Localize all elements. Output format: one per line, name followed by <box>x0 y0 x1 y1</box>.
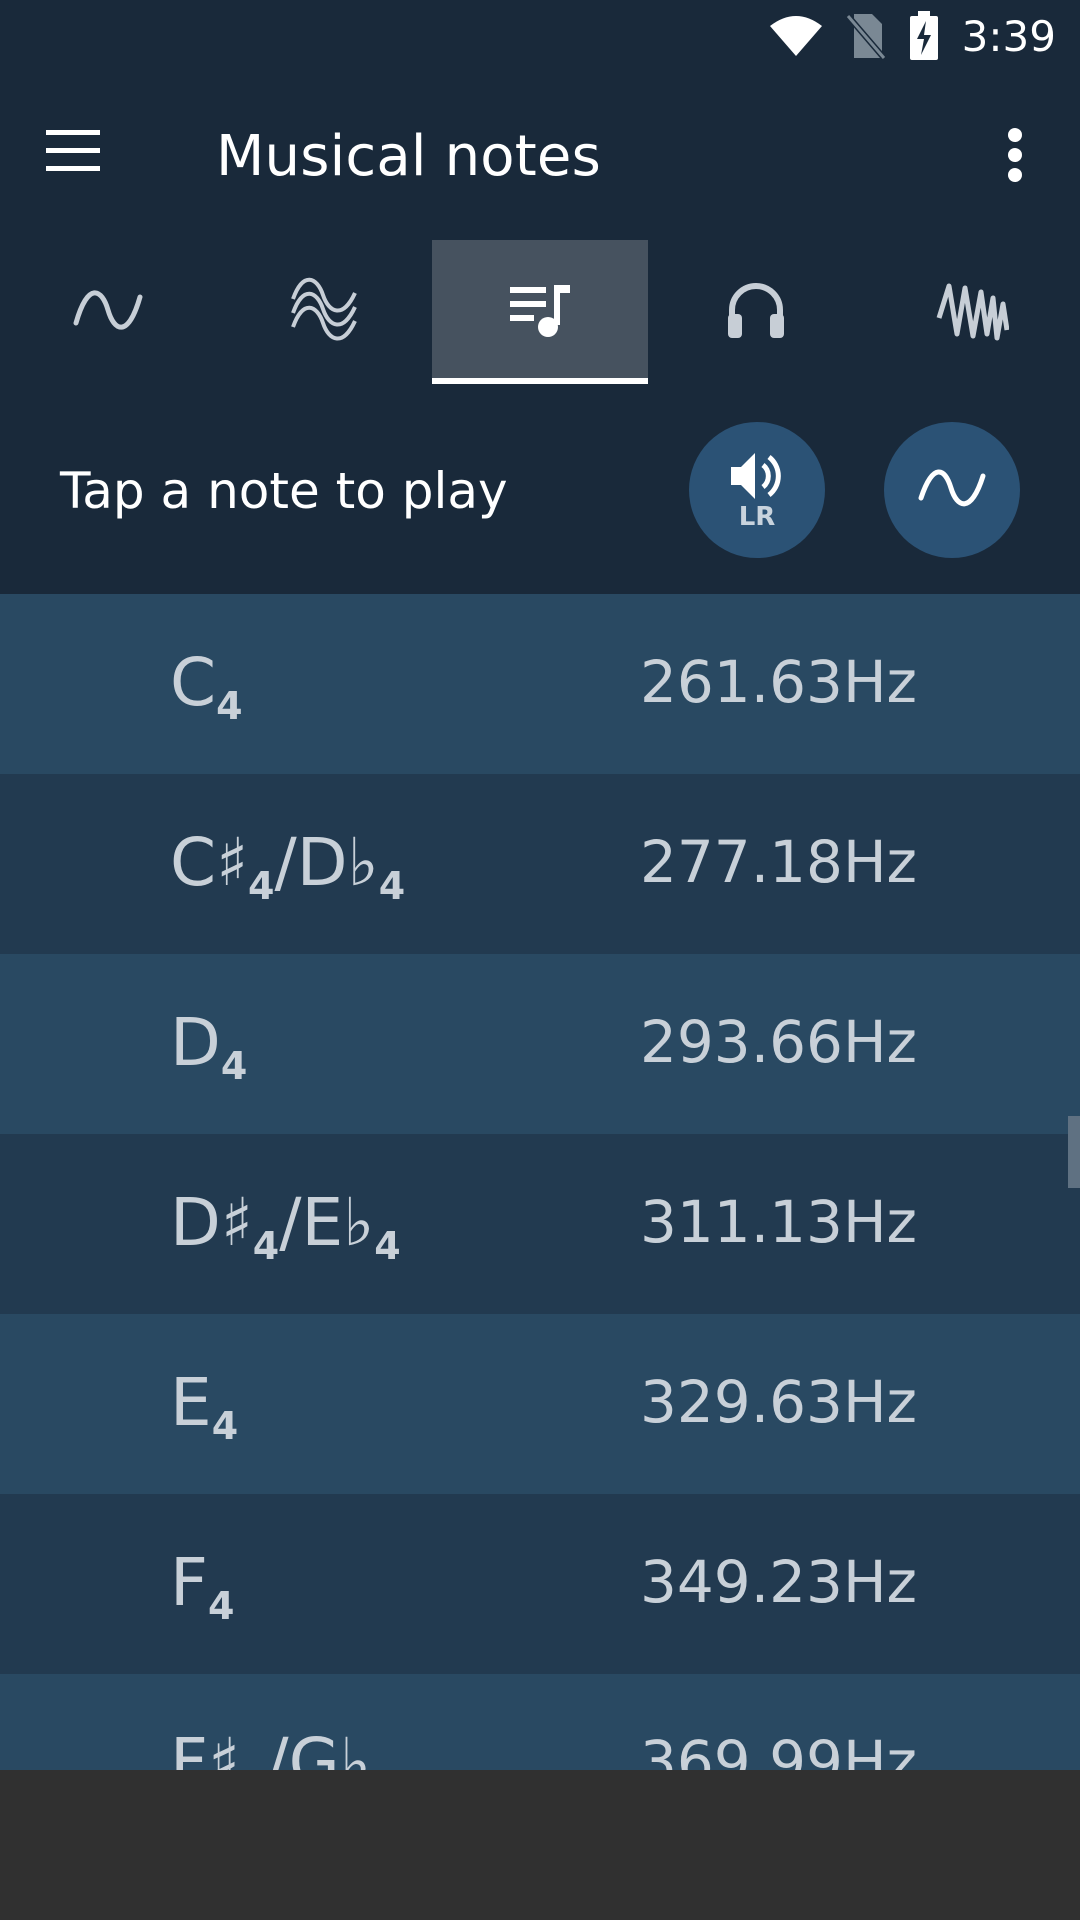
list-item[interactable]: F4 349.23Hz <box>0 1494 1080 1674</box>
note-frequency: 293.66Hz <box>640 1008 918 1076</box>
list-item[interactable]: D♯4/E♭4 311.13Hz <box>0 1134 1080 1314</box>
note-name: F4 <box>170 1544 235 1629</box>
note-name: D♯4/E♭4 <box>170 1184 401 1269</box>
note-frequency: 329.63Hz <box>640 1368 918 1436</box>
multi-wave-icon <box>289 273 359 352</box>
sine-wave-icon <box>72 285 144 340</box>
speaker-lr-button[interactable]: LR <box>689 422 825 558</box>
note-name: E4 <box>170 1364 239 1449</box>
status-time: 3:39 <box>961 11 1056 61</box>
app-bar: Musical notes <box>0 72 1080 240</box>
list-item[interactable]: E4 329.63Hz <box>0 1314 1080 1494</box>
no-sim-icon <box>845 12 886 60</box>
tab-sine-wave[interactable] <box>0 240 216 384</box>
battery-charging-icon <box>908 11 940 61</box>
navigation-bar <box>0 1770 1080 1920</box>
speaker-lr-label: LR <box>738 501 776 532</box>
wifi-icon <box>768 14 824 58</box>
note-name: C♯4/D♭4 <box>170 824 406 909</box>
prompt-row: Tap a note to play LR <box>0 384 1080 594</box>
notes-list: C4 261.63Hz C♯4/D♭4 277.18Hz D4 293.66Hz… <box>0 594 1080 1770</box>
note-frequency: 369.99Hz <box>640 1728 918 1770</box>
tab-headphones[interactable] <box>648 240 864 384</box>
tab-noise[interactable] <box>864 240 1080 384</box>
tab-multi-wave[interactable] <box>216 240 432 384</box>
list-item[interactable]: D4 293.66Hz <box>0 954 1080 1134</box>
list-item[interactable]: C4 261.63Hz <box>0 594 1080 774</box>
prompt-text: Tap a note to play <box>60 462 508 520</box>
headphones-icon <box>726 280 786 345</box>
note-frequency: 349.23Hz <box>640 1548 918 1616</box>
noise-wave-icon <box>935 278 1010 347</box>
waveform-button[interactable] <box>884 422 1020 558</box>
tab-bar <box>0 240 1080 384</box>
list-item[interactable]: C♯4/D♭4 277.18Hz <box>0 774 1080 954</box>
note-frequency: 261.63Hz <box>640 648 918 716</box>
hamburger-menu-icon[interactable] <box>40 120 130 186</box>
list-item[interactable]: F♯4/G♭4 369.99Hz <box>0 1674 1080 1770</box>
note-name: F♯4/G♭4 <box>170 1724 397 1770</box>
status-bar: 3:39 <box>0 0 1080 72</box>
sine-wave-icon <box>917 464 987 517</box>
music-note-list-icon <box>508 281 572 344</box>
more-vert-icon[interactable] <box>980 120 1050 190</box>
page-title: Musical notes <box>216 124 601 189</box>
speaker-lr-icon <box>727 449 787 508</box>
note-frequency: 311.13Hz <box>640 1188 918 1256</box>
tab-music-notes[interactable] <box>432 240 648 384</box>
note-frequency: 277.18Hz <box>640 828 918 896</box>
note-name: C4 <box>170 644 243 729</box>
scrollbar-thumb[interactable] <box>1068 1116 1080 1188</box>
note-name: D4 <box>170 1004 248 1089</box>
